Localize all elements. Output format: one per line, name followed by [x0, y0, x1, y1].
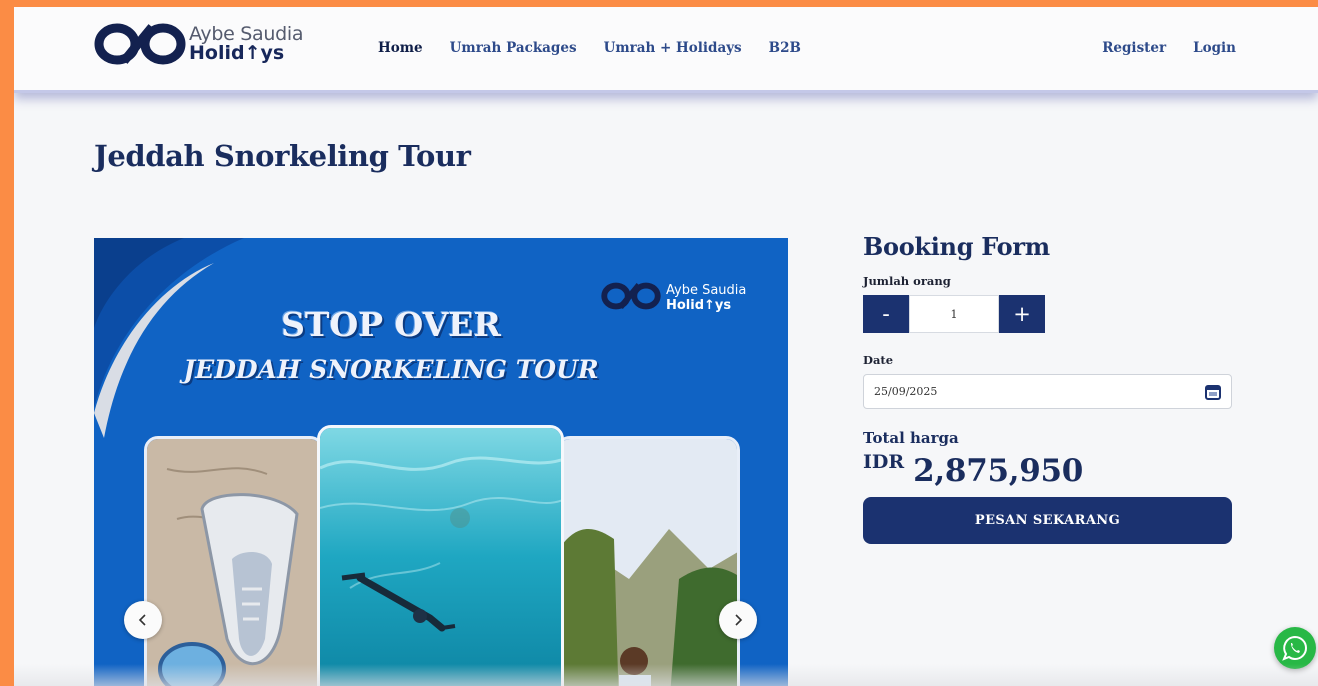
banner-subtitle: JEDDAH SNORKELING TOUR — [183, 355, 599, 384]
order-now-button[interactable]: PESAN SEKARANG — [863, 497, 1232, 544]
date-input[interactable] — [864, 375, 1194, 408]
chevron-left-icon — [138, 614, 146, 626]
increment-button[interactable]: + — [999, 295, 1045, 333]
date-label: Date — [863, 353, 894, 367]
price-amount: 2,875,950 — [913, 453, 1084, 489]
quantity-input[interactable] — [909, 295, 999, 333]
photo-underwater-snorkeler — [317, 425, 564, 686]
carousel-prev-button[interactable] — [124, 601, 162, 639]
total-price: IDR 2,875,950 — [863, 451, 1233, 489]
logo-mark-icon — [94, 23, 186, 65]
banner-logo-line1: Aybe Saudia — [666, 283, 747, 298]
chevron-right-icon — [735, 614, 743, 626]
login-link[interactable]: Login — [1193, 40, 1236, 56]
page-frame: Aybe Saudia Holid↑ys Home Umrah Packages… — [14, 7, 1318, 686]
nav-umrah-holidays[interactable]: Umrah + Holidays — [604, 40, 742, 56]
main-nav: Home Umrah Packages Umrah + Holidays B2B — [378, 40, 828, 56]
whatsapp-button[interactable] — [1274, 627, 1316, 669]
date-field — [863, 374, 1232, 409]
nav-b2b[interactable]: B2B — [769, 40, 801, 56]
brand-line2: Holid↑ys — [189, 42, 285, 64]
photo-fins-on-sand — [144, 436, 324, 686]
nav-home[interactable]: Home — [378, 40, 423, 56]
booking-heading: Booking Form — [863, 232, 1050, 261]
nav-umrah-packages[interactable]: Umrah Packages — [450, 40, 577, 56]
carousel-next-button[interactable] — [719, 601, 757, 639]
page-title: Jeddah Snorkeling Tour — [94, 139, 471, 173]
navbar: Aybe Saudia Holid↑ys Home Umrah Packages… — [14, 7, 1318, 93]
people-label: Jumlah orang — [863, 274, 951, 288]
booking-form: Booking Form Jumlah orang - + Date Total… — [863, 232, 1233, 544]
calendar-icon[interactable] — [1205, 384, 1221, 400]
decrement-button[interactable]: - — [863, 295, 909, 333]
whatsapp-icon — [1282, 635, 1307, 661]
quantity-stepper: - + — [863, 295, 1233, 333]
currency-label: IDR — [863, 451, 905, 473]
banner-title: STOP OVER — [281, 305, 501, 344]
brand-name: Aybe Saudia Holid↑ys — [189, 23, 303, 64]
tour-banner-carousel: Aybe Saudia Holid↑ys STOP OVER JEDDAH SN… — [94, 238, 788, 686]
total-label: Total harga — [863, 429, 959, 447]
photo-traveler-mountains — [556, 436, 740, 686]
register-link[interactable]: Register — [1102, 40, 1166, 56]
auth-links: Register Login — [1102, 40, 1236, 56]
brand-logo[interactable]: Aybe Saudia Holid↑ys — [94, 21, 314, 69]
